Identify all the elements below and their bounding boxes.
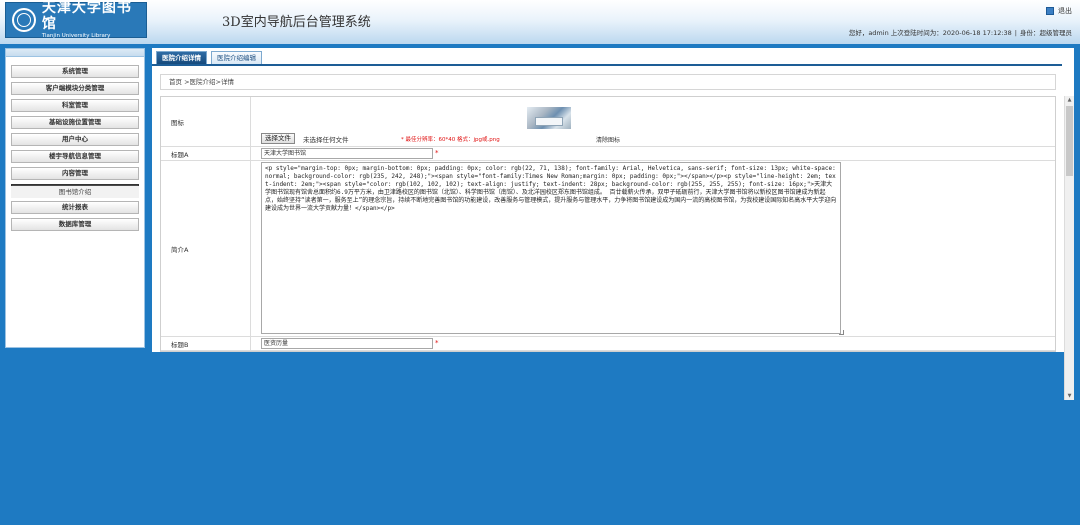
intro-a-textarea[interactable]: <p style="margin-top: 0px; margin-bottom… [261,162,841,334]
form-row-title-b: 标题B 医资历量 * [161,337,1055,351]
vertical-scrollbar[interactable]: ▲ ▼ [1064,96,1074,400]
sidebar-item-database[interactable]: 数据库管理 [11,218,139,231]
library-logo: 天津大学图书馆 Tianjin University Library [5,0,147,39]
clear-icon-link[interactable]: 清除图标 [596,135,620,144]
logo-english-name: Tianjin University Library [41,33,111,39]
scrollbar-thumb[interactable] [1066,106,1073,176]
tab-intro-edit[interactable]: 医院介绍编辑 [211,51,262,64]
title-b-input[interactable]: 医资历量 [261,338,433,349]
tab-underline [152,64,1062,66]
title-a-input[interactable]: 天津大学图书馆 [261,148,433,159]
icon-size-hint: * 最佳分辨率：60*40 格式：jpg或.png [401,137,500,143]
title-a-label: 标题A [161,147,251,160]
sidebar-subitem-library-intro[interactable]: 图书馆介绍 [11,186,139,198]
last-login-text: 您好，admin 上次登陆时间为：2020-06-18 17:12:38 [848,29,1012,37]
detail-form: 图标 选择文件 未选择任何文件 * 最佳分辨率：60*40 格式：jpg或.pn… [160,96,1056,352]
logout-label: 退出 [1058,7,1072,15]
sidebar-item-client-modules[interactable]: 客户端模块分类管理 [11,82,139,95]
textarea-resize-handle[interactable] [839,330,844,335]
choose-file-button[interactable]: 选择文件 [261,133,295,144]
app-header: 天津大学图书馆 Tianjin University Library 3D室内导… [0,0,1080,44]
logout-button[interactable]: 退出 [1046,6,1072,16]
app-title: 3D室内导航后台管理系统 [222,15,371,30]
user-info: 您好，admin 上次登陆时间为：2020-06-18 17:12:38 | 身份：… [848,29,1072,37]
sidebar: 系统管理 客户端模块分类管理 科室管理 基础设施位置管理 用户中心 楼宇导航信息… [5,48,145,348]
sidebar-item-facilities[interactable]: 基础设施位置管理 [11,116,139,129]
breadcrumb: 首页 >医院介绍>详情 [160,74,1056,90]
sidebar-item-reports[interactable]: 统计报表 [11,201,139,214]
university-emblem-icon [12,8,36,32]
form-row-icon: 图标 选择文件 未选择任何文件 * 最佳分辨率：60*40 格式：jpg或.pn… [161,97,1055,147]
intro-a-label: 简介A [161,161,251,336]
scroll-down-arrow-icon[interactable]: ▼ [1065,392,1074,400]
required-mark: * [435,149,439,157]
file-status: 未选择任何文件 [303,136,349,144]
user-role: 身份：超级管理员 [1020,29,1072,37]
sidebar-item-system[interactable]: 系统管理 [11,65,139,78]
sidebar-item-departments[interactable]: 科室管理 [11,99,139,112]
form-row-intro-a: 简介A <p style="margin-top: 0px; margin-bo… [161,161,1055,337]
title-b-label: 标题B [161,337,251,350]
logo-chinese-name: 天津大学图书馆 [41,0,132,32]
logout-icon [1046,7,1054,15]
sidebar-item-user-center[interactable]: 用户中心 [11,133,139,146]
form-row-title-a: 标题A 天津大学图书馆 * [161,147,1055,161]
scroll-up-arrow-icon[interactable]: ▲ [1065,96,1074,104]
tab-intro-detail[interactable]: 医院介绍详情 [156,51,207,64]
sidebar-item-building-nav[interactable]: 楼宇导航信息管理 [11,150,139,163]
sidebar-item-content[interactable]: 内容管理 [11,167,139,180]
main-panel: 医院介绍详情 医院介绍编辑 首页 >医院介绍>详情 图标 选择文件 未选择任何文… [152,48,1074,400]
icon-label: 图标 [161,97,251,146]
required-mark: * [435,339,439,347]
icon-preview-image [527,107,571,129]
